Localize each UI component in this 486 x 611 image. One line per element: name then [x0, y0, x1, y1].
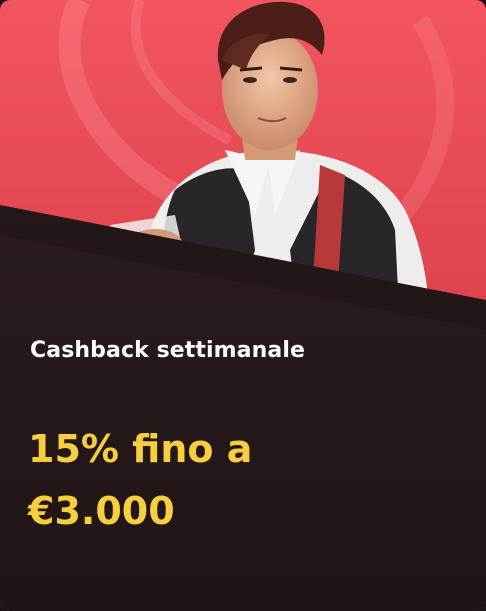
promo-amount: 15% fino a €3.000 [28, 418, 448, 542]
cashback-promo-card[interactable]: Cashback settimanale 15% fino a €3.000 [0, 0, 486, 611]
promo-amount-line2: €3.000 [28, 489, 175, 533]
promo-title: Cashback settimanale [30, 338, 306, 363]
promo-amount-line1: 15% fino a [28, 427, 253, 471]
